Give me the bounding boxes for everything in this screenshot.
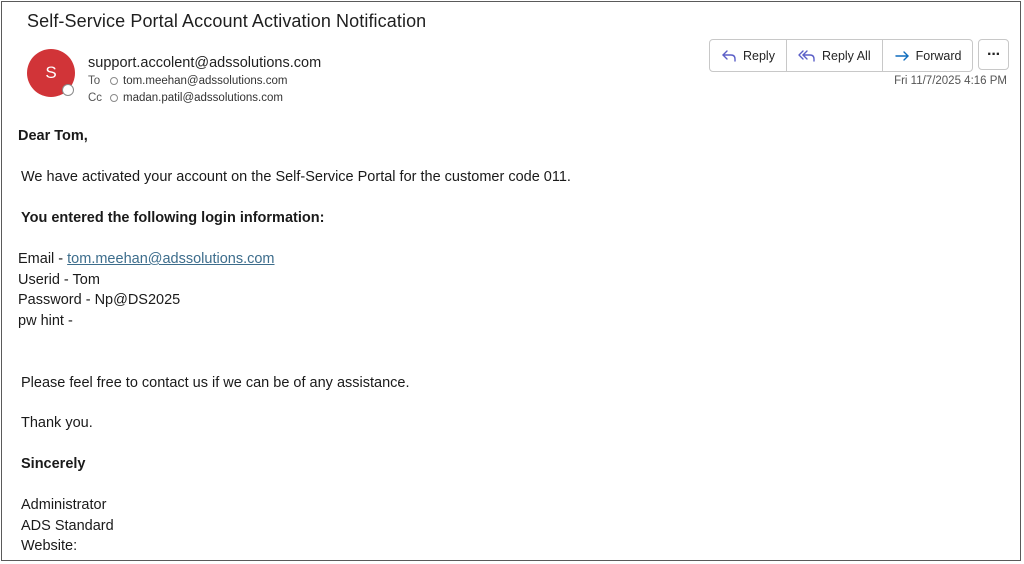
- thanks-line: Thank you.: [21, 415, 93, 431]
- reply-all-label: Reply All: [821, 48, 871, 63]
- to-recipient-row: To tom.meehan@adssolutions.com: [88, 75, 287, 87]
- recipient-presence-icon: [110, 77, 118, 85]
- reply-icon: [722, 49, 736, 62]
- forward-label: Forward: [915, 48, 962, 63]
- forward-button[interactable]: Forward: [883, 40, 973, 71]
- password-label: Password -: [18, 292, 95, 308]
- reply-all-button[interactable]: Reply All: [787, 40, 883, 71]
- userid-label: Userid -: [18, 272, 73, 288]
- password-value: Np@DS2025: [94, 292, 181, 308]
- email-subject: Self-Service Portal Account Activation N…: [27, 11, 427, 31]
- to-label: To: [88, 75, 101, 87]
- cc-recipient[interactable]: madan.patil@adssolutions.com: [123, 92, 283, 104]
- website-line: Website:: [21, 538, 78, 554]
- cc-label: Cc: [88, 92, 103, 104]
- reply-action-group: Reply Reply All Forward: [709, 39, 974, 72]
- email-timestamp: Fri 11/7/2025 4:16 PM: [894, 75, 1007, 87]
- presence-status-icon: [62, 84, 74, 96]
- email-reading-pane: Self-Service Portal Account Activation N…: [1, 1, 1021, 561]
- login-info-heading: You entered the following login informat…: [21, 210, 325, 226]
- recipient-presence-icon: [110, 94, 118, 102]
- sender-initial: S: [45, 63, 57, 82]
- intro-paragraph: We have activated your account on the Se…: [21, 169, 571, 185]
- cc-recipient-row: Cc madan.patil@adssolutions.com: [88, 92, 283, 104]
- forward-icon: [894, 50, 909, 61]
- email-info-row: Email - tom.meehan@adssolutions.com: [18, 251, 275, 267]
- password-info-row: Password - Np@DS2025: [18, 292, 180, 308]
- reply-all-icon: [798, 49, 815, 62]
- sincerely-line: Sincerely: [21, 456, 86, 472]
- email-label: Email -: [18, 251, 68, 267]
- more-actions-button[interactable]: ···: [978, 39, 1009, 70]
- reply-button[interactable]: Reply: [710, 40, 787, 71]
- more-icon: ···: [987, 45, 1001, 63]
- reply-label: Reply: [743, 48, 775, 63]
- signature-name: Administrator: [21, 497, 107, 513]
- sender-address[interactable]: support.accolent@adssolutions.com: [88, 55, 321, 71]
- to-recipient[interactable]: tom.meehan@adssolutions.com: [123, 75, 287, 87]
- signature-org: ADS Standard: [21, 518, 114, 534]
- greeting: Dear Tom,: [18, 128, 88, 144]
- contact-paragraph: Please feel free to contact us if we can…: [21, 375, 410, 391]
- email-link[interactable]: tom.meehan@adssolutions.com: [67, 251, 274, 267]
- userid-info-row: Userid - Tom: [18, 272, 100, 288]
- userid-value: Tom: [72, 272, 100, 288]
- pw-hint-row: pw hint -: [18, 313, 73, 329]
